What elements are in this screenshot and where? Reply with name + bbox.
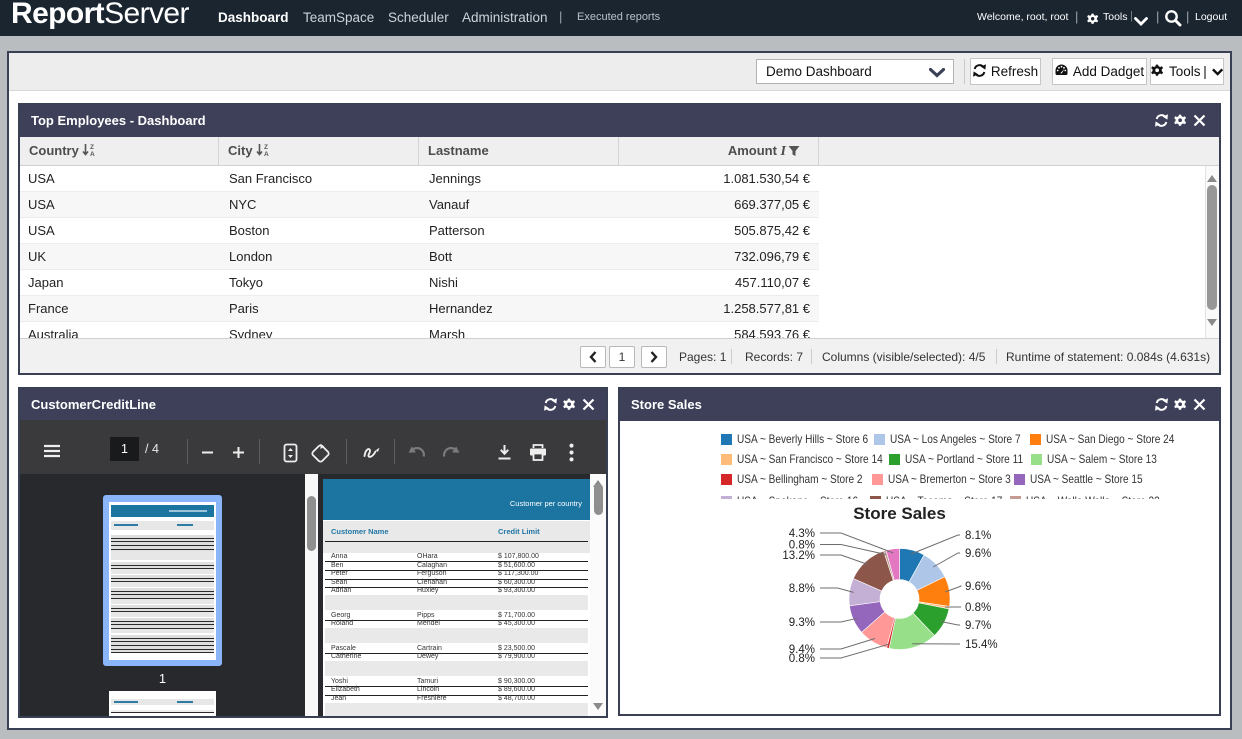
svg-text:15.4%: 15.4%: [965, 639, 998, 651]
svg-text:Z: Z: [90, 144, 94, 151]
svg-text:0.8%: 0.8%: [965, 602, 991, 614]
svg-text:13.2%: 13.2%: [782, 550, 815, 562]
svg-text:8.1%: 8.1%: [965, 530, 991, 542]
svg-text:Z: Z: [264, 144, 268, 151]
svg-text:9.3%: 9.3%: [789, 617, 815, 629]
svg-text:A: A: [264, 151, 269, 157]
svg-text:9.6%: 9.6%: [965, 581, 991, 593]
svg-text:8.8%: 8.8%: [789, 583, 815, 595]
svg-text:A: A: [90, 151, 95, 157]
svg-text:4.3%: 4.3%: [789, 528, 815, 540]
svg-text:9.6%: 9.6%: [965, 548, 991, 560]
svg-text:0.8%: 0.8%: [789, 540, 815, 552]
svg-text:9.4%: 9.4%: [789, 644, 815, 656]
svg-text:9.7%: 9.7%: [965, 620, 991, 632]
